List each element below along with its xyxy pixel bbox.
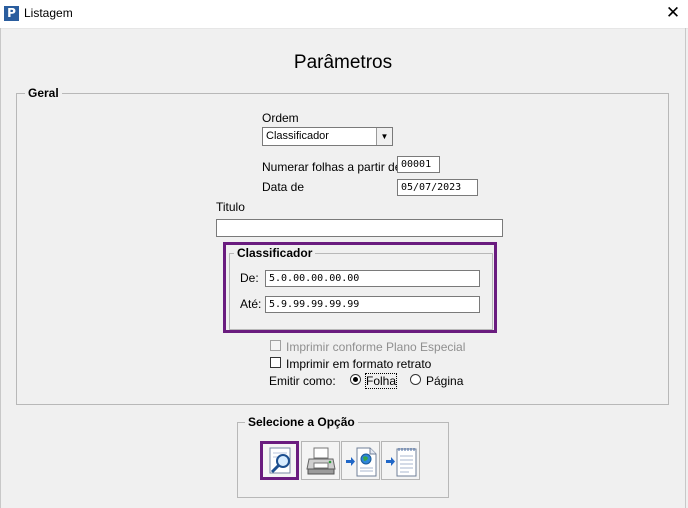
selecione-legend: Selecione a Opção: [245, 415, 358, 429]
retrato-checkbox[interactable]: [270, 357, 281, 368]
retrato-label: Imprimir em formato retrato: [286, 357, 432, 371]
printer-icon: [306, 447, 336, 475]
titulo-input[interactable]: [216, 219, 503, 237]
classificador-legend: Classificador: [234, 246, 316, 260]
export-web-icon: [346, 447, 377, 477]
pagina-radio[interactable]: [410, 374, 421, 385]
titulo-label: Titulo: [216, 200, 245, 214]
app-logo-icon: P: [4, 6, 19, 21]
print-button[interactable]: [301, 441, 340, 480]
folha-radio[interactable]: [350, 374, 361, 385]
chevron-down-icon[interactable]: ▼: [376, 128, 392, 145]
plano-especial-checkbox[interactable]: [270, 340, 281, 351]
close-icon: ✕: [665, 3, 681, 23]
ate-input[interactable]: 5.9.99.99.99.99: [265, 296, 480, 313]
close-button[interactable]: ✕: [658, 0, 688, 28]
de-label: De:: [240, 271, 259, 285]
folha-label: Folha: [364, 373, 398, 389]
preview-button[interactable]: [260, 441, 299, 480]
window-border-left: [0, 28, 1, 508]
classificador-group: Classificador: [229, 246, 493, 330]
export-document-button[interactable]: [381, 441, 420, 480]
ordem-select-value: Classificador: [266, 130, 329, 142]
export-document-icon: [386, 448, 417, 477]
data-input[interactable]: 05/07/2023: [397, 179, 478, 196]
geral-legend: Geral: [25, 86, 62, 100]
ordem-label: Ordem: [262, 111, 299, 125]
pagina-label: Página: [426, 374, 464, 388]
emitir-label: Emitir como:: [269, 374, 336, 388]
export-web-button[interactable]: [341, 441, 380, 480]
preview-icon: [269, 447, 291, 474]
window-title: Listagem: [24, 6, 73, 20]
title-bar: P Listagem ✕: [0, 0, 688, 29]
numerar-input[interactable]: 00001: [397, 156, 440, 173]
page-title: Parâmetros: [293, 52, 393, 73]
window-border-right: [685, 28, 686, 508]
numerar-label: Numerar folhas a partir de:: [262, 160, 405, 174]
ate-label: Até:: [240, 297, 262, 311]
de-input[interactable]: 5.0.00.00.00.00: [265, 270, 480, 287]
plano-especial-label: Imprimir conforme Plano Especial: [286, 340, 466, 354]
data-label: Data de: [262, 180, 305, 194]
ordem-select[interactable]: Classificador ▼: [262, 127, 393, 146]
